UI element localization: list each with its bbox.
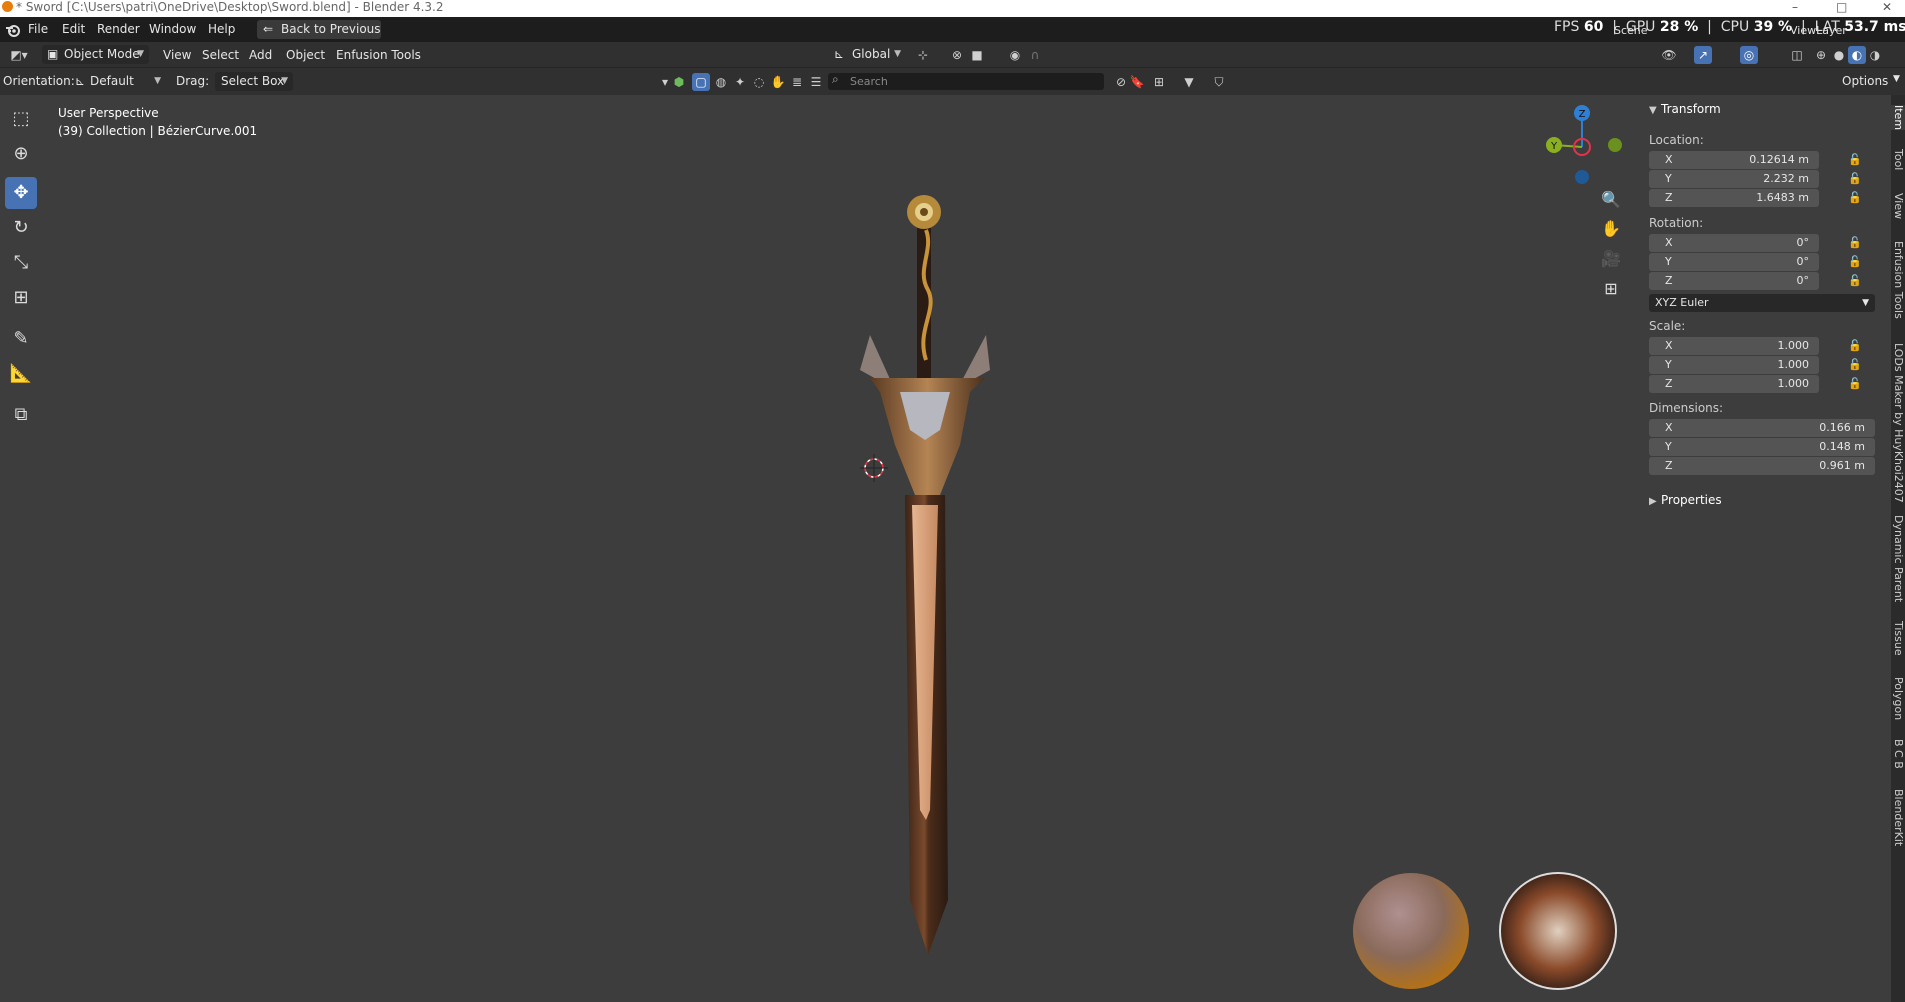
transform-panel-header[interactable]: ▼ Transform (1649, 102, 1721, 116)
field-value: 1.000 (1777, 377, 1810, 390)
tab-item[interactable]: Item (1891, 105, 1905, 131)
field-value: 1.6483 m (1756, 191, 1809, 204)
dimensions-z-field[interactable]: Z 0.961 m (1649, 457, 1875, 475)
axis-label: Z (1665, 274, 1673, 287)
lock-icon[interactable]: 🔓 (1848, 190, 1862, 206)
field-value: 0.148 m (1819, 440, 1865, 453)
sword-model[interactable] (860, 195, 990, 955)
scale-y-field[interactable]: Y 1.000 (1649, 356, 1819, 374)
hdri-preview-sphere (1499, 872, 1617, 990)
transform-title: Transform (1661, 102, 1721, 116)
gizmo-y-label: Y (1550, 141, 1558, 152)
axis-label: X (1665, 421, 1673, 434)
axis-label: X (1665, 153, 1673, 166)
lock-icon[interactable]: 🔓 (1848, 273, 1862, 289)
axis-label: Y (1665, 440, 1672, 453)
3d-cursor[interactable] (860, 454, 888, 482)
rotation-y-field[interactable]: Y 0° (1649, 253, 1819, 271)
field-value: 0° (1796, 236, 1810, 249)
chevron-down-icon: ▼ (1862, 298, 1869, 308)
zoom-icon[interactable]: 🔍 (1598, 187, 1624, 213)
field-value: 0.166 m (1819, 421, 1865, 434)
rotation-z-field[interactable]: Z 0° (1649, 272, 1819, 290)
tab-tool[interactable]: Tool (1891, 149, 1905, 170)
scale-z-field[interactable]: Z 1.000 (1649, 375, 1819, 393)
perspective-grid-icon[interactable]: ⊞ (1598, 276, 1624, 302)
axis-label: X (1665, 236, 1673, 249)
material-preview-sphere (1353, 873, 1469, 989)
tab-enfusion-tools[interactable]: Enfusion Tools (1891, 241, 1905, 319)
tab-dynamic-parent[interactable]: Dynamic Parent (1891, 515, 1905, 602)
properties-title: Properties (1661, 493, 1722, 507)
tab-polygon[interactable]: Polygon (1891, 677, 1905, 720)
location-z-field[interactable]: Z 1.6483 m (1649, 189, 1819, 207)
lock-icon[interactable]: 🔓 (1848, 357, 1862, 373)
gizmo-neg-z[interactable] (1575, 170, 1589, 184)
sidebar-npanel: ▼ Transform Location: X 0.12614 m 🔓 Y 2.232… (1645, 95, 1891, 515)
axis-label: Z (1665, 191, 1673, 204)
rotation-x-field[interactable]: X 0° (1649, 234, 1819, 252)
rotation-label: Rotation: (1649, 216, 1704, 230)
field-value: 2.232 m (1763, 172, 1809, 185)
scale-x-field[interactable]: X 1.000 (1649, 337, 1819, 355)
field-value: 1.000 (1777, 339, 1810, 352)
axis-label: Y (1665, 255, 1672, 268)
axis-label: X (1665, 339, 1673, 352)
lock-icon[interactable]: 🔓 (1848, 376, 1862, 392)
location-y-field[interactable]: Y 2.232 m (1649, 170, 1819, 188)
axis-label: Z (1665, 377, 1673, 390)
sidebar-tabs: Item Tool View Enfusion Tools LODs Maker… (1891, 95, 1905, 1002)
axis-label: Z (1665, 459, 1673, 472)
dimensions-x-field[interactable]: X 0.166 m (1649, 419, 1875, 437)
lock-icon[interactable]: 🔓 (1848, 171, 1862, 187)
axis-label: Y (1665, 172, 1672, 185)
lock-icon[interactable]: 🔓 (1848, 152, 1862, 168)
location-label: Location: (1649, 133, 1704, 147)
rotation-mode-value: XYZ Euler (1655, 296, 1709, 309)
field-value: 0.12614 m (1749, 153, 1809, 166)
lock-icon[interactable]: 🔓 (1848, 254, 1862, 270)
axis-label: Y (1665, 358, 1672, 371)
tab-tissue[interactable]: Tissue (1891, 621, 1905, 656)
camera-view-icon[interactable]: 🎥 (1598, 246, 1624, 272)
gizmo-z-label: Z (1579, 109, 1586, 120)
dimensions-y-field[interactable]: Y 0.148 m (1649, 438, 1875, 456)
chevron-down-icon: ▼ (1649, 105, 1657, 116)
location-x-field[interactable]: X 0.12614 m (1649, 151, 1819, 169)
tab-blenderkit[interactable]: BlenderKit (1891, 789, 1905, 846)
chevron-right-icon: ▶ (1649, 496, 1657, 507)
tab-view[interactable]: View (1891, 193, 1905, 219)
tab-lods-maker[interactable]: LODs Maker by HuyKhoi2407 (1891, 343, 1905, 503)
rotation-mode-dropdown[interactable]: XYZ Euler ▼ (1649, 294, 1875, 312)
navigation-gizmo[interactable]: Z Y (1536, 100, 1626, 190)
field-value: 0° (1796, 255, 1810, 268)
gizmo-neg-y[interactable] (1608, 138, 1622, 152)
dimensions-label: Dimensions: (1649, 401, 1724, 415)
tab-bcb[interactable]: B C B (1891, 739, 1905, 769)
lock-icon[interactable]: 🔓 (1848, 235, 1862, 251)
field-value: 0° (1796, 274, 1810, 287)
field-value: 0.961 m (1819, 459, 1865, 472)
pan-hand-icon[interactable]: ✋ (1598, 216, 1624, 242)
lock-icon[interactable]: 🔓 (1848, 338, 1862, 354)
scale-label: Scale: (1649, 319, 1686, 333)
properties-panel-header[interactable]: ▶ Properties (1649, 493, 1722, 507)
field-value: 1.000 (1777, 358, 1810, 371)
